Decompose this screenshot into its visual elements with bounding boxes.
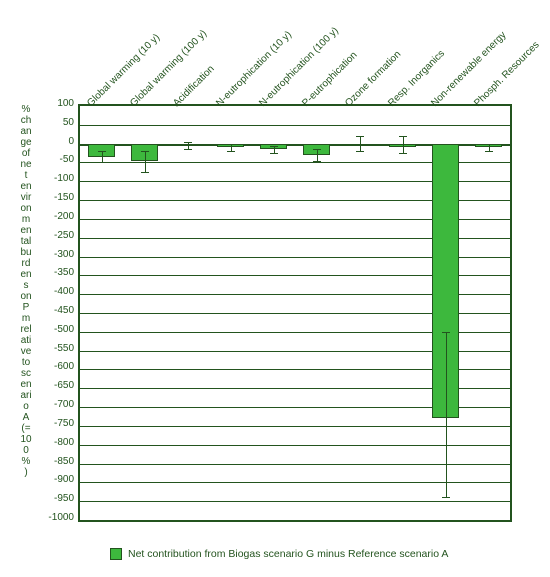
error-cap	[141, 151, 149, 152]
error-cap	[141, 172, 149, 173]
y-tick-label: -350	[44, 267, 74, 278]
error-cap	[270, 146, 278, 147]
error-cap	[485, 144, 493, 145]
y-tick-label: -400	[44, 286, 74, 297]
y-tick-label: -1000	[44, 512, 74, 523]
y-tick-label: -150	[44, 192, 74, 203]
error-bar	[102, 151, 103, 162]
category-label: N-eutrophication (10 y)	[214, 29, 294, 109]
error-bar	[489, 144, 490, 151]
legend-text: Net contribution from Biogas scenario G …	[128, 548, 448, 560]
error-cap	[485, 151, 493, 152]
error-cap	[313, 149, 321, 150]
error-cap	[399, 153, 407, 154]
gridline	[80, 125, 510, 126]
error-bar	[188, 142, 189, 150]
gridline	[80, 501, 510, 502]
plot-area	[78, 104, 512, 522]
y-tick-label: 50	[44, 117, 74, 128]
y-tick-label: -550	[44, 343, 74, 354]
error-cap	[356, 151, 364, 152]
error-bar	[446, 332, 447, 498]
error-cap	[184, 149, 192, 150]
category-label: N-eutrophication (100 y)	[257, 25, 341, 109]
error-bar	[317, 149, 318, 160]
error-bar	[231, 144, 232, 151]
error-cap	[313, 161, 321, 162]
y-tick-label: -650	[44, 380, 74, 391]
y-tick-label: 100	[44, 98, 74, 109]
error-bar	[403, 136, 404, 153]
y-tick-label: -900	[44, 474, 74, 485]
legend-swatch	[110, 548, 122, 560]
y-tick-label: 0	[44, 136, 74, 147]
category-label: Global warming (10 y)	[85, 32, 162, 109]
y-axis-label: % change of net environmental burdens on…	[20, 104, 32, 478]
y-tick-label: -450	[44, 305, 74, 316]
error-cap	[356, 136, 364, 137]
error-bar	[274, 146, 275, 154]
legend: Net contribution from Biogas scenario G …	[110, 548, 448, 560]
y-tick-label: -100	[44, 173, 74, 184]
error-cap	[442, 497, 450, 498]
y-tick-label: -250	[44, 230, 74, 241]
error-cap	[184, 142, 192, 143]
error-bar	[360, 136, 361, 151]
y-tick-label: -500	[44, 324, 74, 335]
y-tick-label: -200	[44, 211, 74, 222]
error-cap	[399, 136, 407, 137]
y-tick-label: -600	[44, 361, 74, 372]
error-cap	[227, 151, 235, 152]
category-label: Acidification	[171, 63, 217, 109]
error-cap	[270, 153, 278, 154]
y-tick-label: -850	[44, 456, 74, 467]
y-tick-label: -750	[44, 418, 74, 429]
error-cap	[442, 332, 450, 333]
error-cap	[98, 151, 106, 152]
error-cap	[98, 162, 106, 163]
y-tick-label: -950	[44, 493, 74, 504]
y-tick-label: -50	[44, 154, 74, 165]
category-label: Non-renewable energy	[429, 30, 508, 109]
error-cap	[227, 144, 235, 145]
error-bar	[145, 151, 146, 172]
category-label: Global warming (100 y)	[128, 28, 209, 109]
y-tick-label: -800	[44, 437, 74, 448]
y-tick-label: -700	[44, 399, 74, 410]
y-tick-label: -300	[44, 249, 74, 260]
